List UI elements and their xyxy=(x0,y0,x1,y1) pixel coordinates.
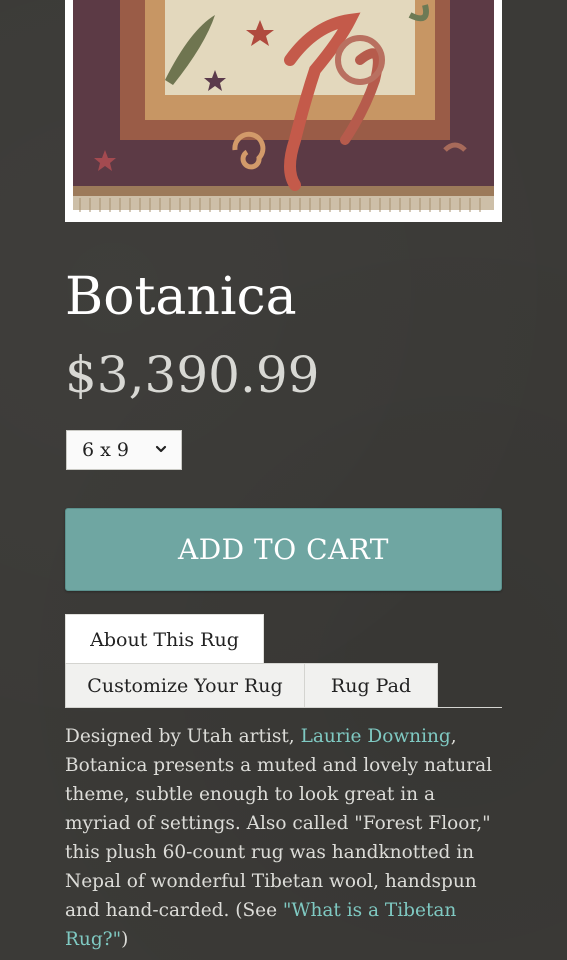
description-text-2: , Botanica presents a muted and lovely n… xyxy=(65,726,493,921)
tab-about-this-rug[interactable]: About This Rug xyxy=(65,614,264,664)
size-select[interactable]: 6 x 9 xyxy=(66,430,182,470)
add-to-cart-button[interactable]: ADD TO CART xyxy=(65,508,502,591)
rug-illustration xyxy=(65,0,502,222)
size-select-value: 6 x 9 xyxy=(82,439,129,461)
product-description: Designed by Utah artist, Laurie Downing,… xyxy=(65,722,505,954)
tab-divider xyxy=(438,707,502,708)
product-page: Botanica $3,390.99 6 x 9 ADD TO CART Abo… xyxy=(0,0,567,960)
tab-customize-your-rug[interactable]: Customize Your Rug xyxy=(65,663,305,708)
tab-rug-pad[interactable]: Rug Pad xyxy=(304,663,438,708)
product-title: Botanica xyxy=(65,267,297,327)
chevron-down-icon xyxy=(155,445,167,453)
artist-link[interactable]: Laurie Downing xyxy=(301,726,451,747)
description-text-1: Designed by Utah artist, xyxy=(65,726,301,747)
description-text-3: ) xyxy=(121,929,129,950)
product-price: $3,390.99 xyxy=(65,346,320,404)
product-image xyxy=(65,0,502,222)
